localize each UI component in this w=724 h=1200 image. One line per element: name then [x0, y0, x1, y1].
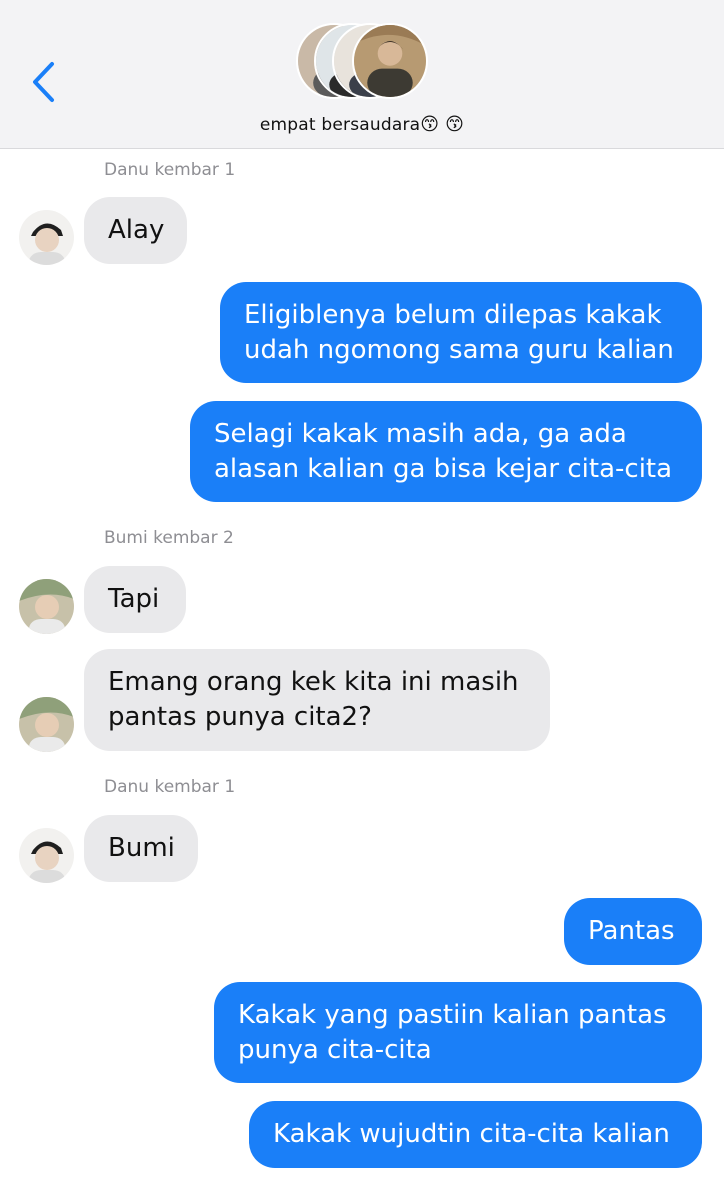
contact-avatar-bumi[interactable]: [19, 697, 74, 752]
kissing-emoji: 😙 😙: [420, 114, 465, 135]
sender-name: Danu kembar 1: [104, 160, 236, 180]
message-text: Kakak yang pastiin kalian pantas punya c…: [238, 999, 667, 1065]
chat-header: empat bersaudara😙 😙: [0, 0, 724, 149]
contact-avatar-danu[interactable]: [19, 210, 74, 265]
contact-avatar-danu[interactable]: [19, 828, 74, 883]
sender-name: Bumi kembar 2: [104, 528, 234, 548]
message-text: Emang orang kek kita ini masih pantas pu…: [108, 667, 519, 732]
message-text: Selagi kakak masih ada, ga ada alasan ka…: [214, 418, 673, 484]
back-button[interactable]: [22, 58, 62, 106]
outgoing-message-bubble[interactable]: Kakak wujudtin cita-cita kalian: [249, 1101, 702, 1168]
group-title-text: empat bersaudara: [259, 115, 421, 135]
sender-name: Danu kembar 1: [104, 777, 236, 797]
outgoing-message-bubble[interactable]: Selagi kakak masih ada, ga ada alasan ka…: [190, 401, 702, 502]
message-text: Bumi: [108, 833, 175, 863]
incoming-message-bubble[interactable]: Emang orang kek kita ini masih pantas pu…: [84, 649, 550, 751]
message-text: Kakak wujudtin cita-cita kalian: [273, 1119, 670, 1149]
outgoing-message-bubble[interactable]: Kakak yang pastiin kalian pantas punya c…: [214, 982, 702, 1083]
group-avatar-stack[interactable]: [296, 23, 432, 101]
chevron-left-icon: [33, 62, 54, 102]
message-text: Eligiblenya belum dilepas kakak udah ngo…: [244, 299, 674, 365]
outgoing-message-bubble[interactable]: Eligiblenya belum dilepas kakak udah ngo…: [220, 282, 702, 383]
message-text: Pantas: [588, 916, 675, 946]
message-text: Tapi: [108, 584, 160, 614]
contact-avatar-bumi[interactable]: [19, 579, 74, 634]
message-text: Alay: [108, 215, 165, 245]
member-avatar: [352, 23, 428, 99]
group-title[interactable]: empat bersaudara😙 😙: [0, 114, 724, 135]
incoming-message-bubble[interactable]: Alay: [84, 197, 187, 264]
incoming-message-bubble[interactable]: Tapi: [84, 566, 186, 633]
outgoing-message-bubble[interactable]: Pantas: [564, 898, 702, 965]
incoming-message-bubble[interactable]: Bumi: [84, 815, 198, 882]
